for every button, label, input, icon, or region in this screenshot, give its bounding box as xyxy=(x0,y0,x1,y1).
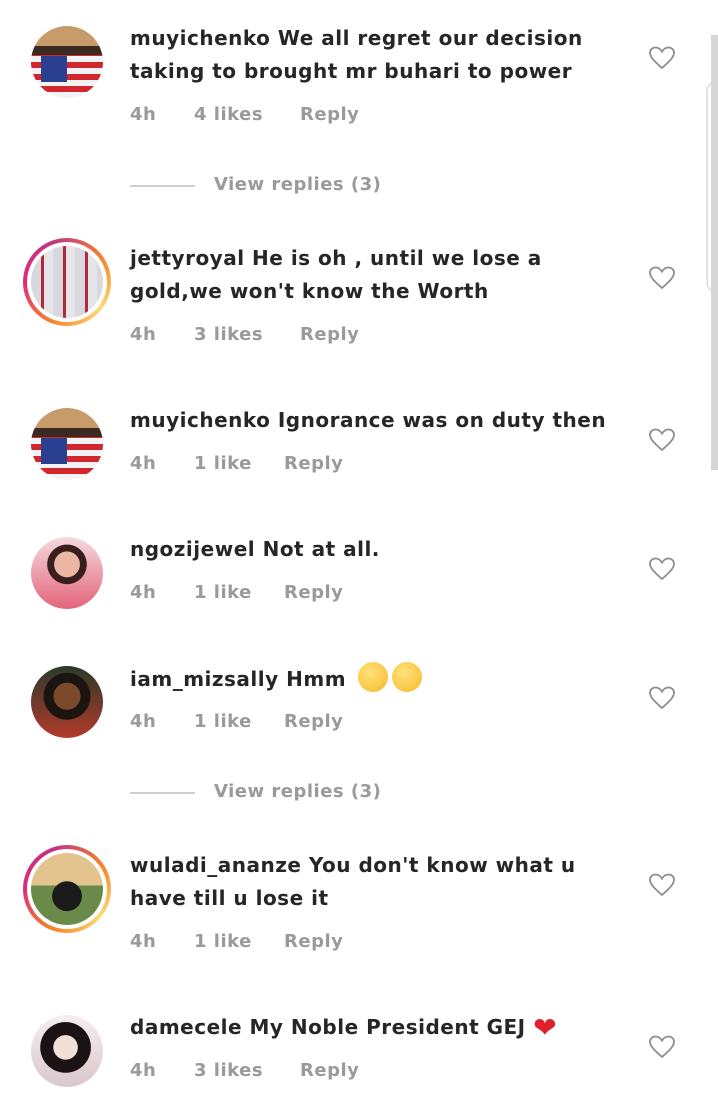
avatar[interactable] xyxy=(31,1015,103,1087)
likes-count[interactable]: 1 like xyxy=(194,931,252,952)
comment-body: Not at all. xyxy=(262,537,380,561)
comment-text: muyichenko Ignorance was on duty then xyxy=(130,404,630,437)
avatar[interactable] xyxy=(31,408,103,480)
timestamp: 4h xyxy=(130,582,157,603)
timestamp: 4h xyxy=(130,104,157,125)
scrollbar[interactable] xyxy=(711,35,718,470)
username[interactable]: muyichenko xyxy=(130,408,270,432)
reply-button[interactable]: Reply xyxy=(284,453,343,474)
comment-body: Ignorance was on duty then xyxy=(277,408,607,432)
avatar[interactable] xyxy=(31,666,103,738)
comment-text: ngozijewel Not at all. xyxy=(130,533,630,566)
reply-button[interactable]: Reply xyxy=(300,324,359,345)
heart-icon[interactable] xyxy=(649,266,675,290)
view-replies-button[interactable]: View replies (3) xyxy=(130,781,430,805)
timestamp: 4h xyxy=(130,931,157,952)
avatar-image xyxy=(31,26,103,98)
timestamp: 4h xyxy=(130,711,157,732)
view-replies-label[interactable]: View replies (3) xyxy=(214,781,381,802)
avatar-image xyxy=(31,246,103,318)
reply-button[interactable]: Reply xyxy=(284,711,343,732)
avatar-image xyxy=(31,537,103,609)
username[interactable]: ngozijewel xyxy=(130,537,255,561)
comment-text: jettyroyal He is oh , until we lose a go… xyxy=(130,242,630,308)
reply-button[interactable]: Reply xyxy=(284,931,343,952)
divider xyxy=(130,792,195,794)
avatar[interactable] xyxy=(31,537,103,609)
avatar-image xyxy=(31,666,103,738)
reply-button[interactable]: Reply xyxy=(300,1060,359,1081)
heart-icon[interactable] xyxy=(649,428,675,452)
avatar[interactable] xyxy=(31,26,103,98)
username[interactable]: muyichenko xyxy=(130,26,270,50)
likes-count[interactable]: 4 likes xyxy=(194,104,263,125)
comment-body: Hmm xyxy=(286,667,347,691)
heart-icon[interactable] xyxy=(649,873,675,897)
comment-text: iam_mizsally Hmm xyxy=(130,662,630,696)
view-replies-button[interactable]: View replies (3) xyxy=(130,174,430,198)
crying-face-emoji xyxy=(357,662,388,692)
comment-text: damecele My Noble President GEJ ❤ xyxy=(130,1011,630,1044)
heart-icon[interactable] xyxy=(649,46,675,70)
heart-icon[interactable] xyxy=(649,557,675,581)
red-heart-emoji: ❤ xyxy=(533,1011,558,1044)
comment-text: wuladi_ananze You don't know what u have… xyxy=(130,849,630,915)
heart-icon[interactable] xyxy=(649,1035,675,1059)
comment-body: My Noble President GEJ xyxy=(249,1015,526,1039)
likes-count[interactable]: 3 likes xyxy=(194,1060,263,1081)
username[interactable]: damecele xyxy=(130,1015,242,1039)
heart-icon[interactable] xyxy=(649,686,675,710)
avatar-image xyxy=(31,408,103,480)
avatar-story-ring[interactable] xyxy=(23,238,111,326)
likes-count[interactable]: 1 like xyxy=(194,711,252,732)
timestamp: 4h xyxy=(130,1060,157,1081)
likes-count[interactable]: 1 like xyxy=(194,453,252,474)
username[interactable]: wuladi_ananze xyxy=(130,853,301,877)
avatar-story-ring[interactable] xyxy=(23,845,111,933)
avatar-image xyxy=(31,853,103,925)
username[interactable]: iam_mizsally xyxy=(130,667,279,691)
crying-face-emoji xyxy=(391,662,422,692)
username[interactable]: jettyroyal xyxy=(130,246,245,270)
divider xyxy=(130,185,195,187)
view-replies-label[interactable]: View replies (3) xyxy=(214,174,381,195)
likes-count[interactable]: 1 like xyxy=(194,582,252,603)
avatar-image xyxy=(31,1015,103,1087)
reply-button[interactable]: Reply xyxy=(284,582,343,603)
timestamp: 4h xyxy=(130,324,157,345)
comment-text: muyichenko We all regret our decision ta… xyxy=(130,22,630,88)
reply-button[interactable]: Reply xyxy=(300,104,359,125)
likes-count[interactable]: 3 likes xyxy=(194,324,263,345)
timestamp: 4h xyxy=(130,453,157,474)
